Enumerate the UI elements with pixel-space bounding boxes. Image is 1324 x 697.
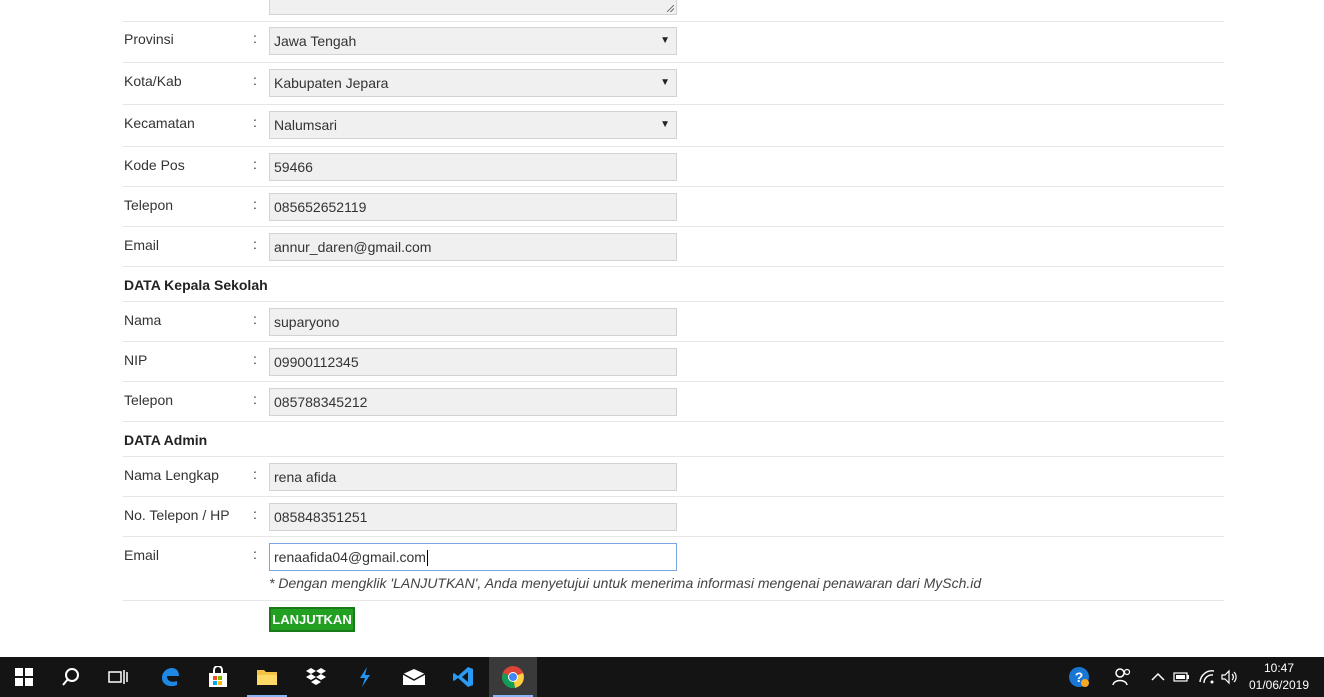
resize-grip-icon[interactable] — [667, 5, 674, 12]
lanjutkan-button[interactable]: LANJUTKAN — [269, 607, 355, 632]
people-icon[interactable] — [1108, 657, 1136, 697]
admin-section-header: DATA Admin — [123, 422, 1224, 457]
provinsi-row: Provinsi : Jawa Tengah ▼ — [123, 21, 1224, 63]
email-label: Email — [124, 237, 160, 253]
battery-icon[interactable] — [1172, 657, 1192, 697]
admin-email-input[interactable]: renaafida04@gmail.com — [269, 543, 677, 571]
provinsi-value: Jawa Tengah — [274, 33, 357, 49]
admin-telepon-row: No. Telepon / HP : 085848351251 — [123, 497, 1224, 537]
kepala-section-title: DATA Kepala Sekolah — [124, 277, 268, 293]
text-cursor — [426, 550, 428, 567]
clock-date: 01/06/2019 — [1248, 678, 1310, 692]
kode-pos-row: Kode Pos : 59466 — [123, 147, 1224, 187]
sublime-icon[interactable] — [341, 657, 389, 697]
dropdown-arrow-icon: ▼ — [660, 119, 670, 130]
admin-email-value: renaafida04@gmail.com — [274, 549, 426, 565]
email-input[interactable]: annur_daren@gmail.com — [269, 233, 677, 261]
kepala-nama-row: Nama : suparyono — [123, 302, 1224, 342]
store-icon[interactable] — [194, 657, 242, 697]
admin-email-label: Email — [124, 547, 160, 563]
task-view-icon[interactable] — [94, 657, 142, 697]
kepala-telepon-row: Telepon : 085788345212 — [123, 382, 1224, 422]
kode-pos-input[interactable]: 59466 — [269, 153, 677, 181]
kecamatan-label: Kecamatan — [124, 115, 195, 131]
kecamatan-row: Kecamatan : Nalumsari ▼ — [123, 105, 1224, 147]
dropdown-arrow-icon: ▼ — [660, 77, 670, 88]
colon: : — [253, 391, 257, 407]
admin-nama-label: Nama Lengkap — [124, 467, 219, 483]
colon: : — [253, 196, 257, 212]
colon: : — [253, 156, 257, 172]
admin-telepon-label: No. Telepon / HP — [124, 507, 230, 523]
volume-icon[interactable] — [1219, 657, 1241, 697]
colon: : — [253, 30, 257, 46]
colon: : — [253, 506, 257, 522]
address-textarea[interactable] — [269, 0, 677, 15]
wifi-icon[interactable] — [1197, 657, 1217, 697]
kepala-nip-label: NIP — [124, 352, 148, 368]
colon: : — [253, 311, 257, 327]
kota-select[interactable]: Kabupaten Jepara ▼ — [269, 69, 677, 97]
kepala-telepon-label: Telepon — [124, 392, 174, 408]
kode-pos-label: Kode Pos — [124, 157, 185, 173]
colon: : — [253, 236, 257, 252]
kepala-telepon-input[interactable]: 085788345212 — [269, 388, 677, 416]
windows-start-icon[interactable] — [0, 657, 48, 697]
kota-value: Kabupaten Jepara — [274, 75, 389, 91]
colon: : — [253, 466, 257, 482]
kepala-nip-row: NIP : 09900112345 — [123, 342, 1224, 382]
clock-time: 10:47 — [1263, 661, 1295, 675]
kota-label: Kota/Kab — [124, 73, 182, 89]
admin-telepon-input[interactable]: 085848351251 — [269, 503, 677, 531]
chevron-up-icon[interactable] — [1148, 657, 1168, 697]
help-icon[interactable]: ? — [1064, 657, 1094, 697]
kota-row: Kota/Kab : Kabupaten Jepara ▼ — [123, 63, 1224, 105]
colon: : — [253, 114, 257, 130]
clock[interactable]: 10:47 01/06/2019 — [1244, 657, 1314, 697]
search-icon[interactable] — [47, 657, 95, 697]
admin-nama-input[interactable]: rena afida — [269, 463, 677, 491]
kecamatan-select[interactable]: Nalumsari ▼ — [269, 111, 677, 139]
kepala-nama-label: Nama — [124, 312, 162, 328]
telepon-row: Telepon : 085652652119 — [123, 187, 1224, 227]
dropbox-icon[interactable] — [292, 657, 340, 697]
provinsi-select[interactable]: Jawa Tengah ▼ — [269, 27, 677, 55]
provinsi-label: Provinsi — [124, 31, 174, 47]
kecamatan-value: Nalumsari — [274, 117, 338, 133]
vscode-icon[interactable] — [439, 657, 487, 697]
dropdown-arrow-icon: ▼ — [660, 35, 670, 46]
admin-section-title: DATA Admin — [124, 432, 208, 448]
kepala-section-header: DATA Kepala Sekolah — [123, 267, 1224, 302]
admin-email-row: Email : renaafida04@gmail.com — [123, 537, 1224, 601]
consent-note: * Dengan mengklik 'LANJUTKAN', Anda meny… — [269, 575, 982, 591]
colon: : — [253, 72, 257, 88]
colon: : — [253, 351, 257, 367]
taskbar: ? 10:47 01/06/2019 — [0, 657, 1324, 697]
address-row — [123, 0, 1224, 22]
kepala-nip-input[interactable]: 09900112345 — [269, 348, 677, 376]
telepon-input[interactable]: 085652652119 — [269, 193, 677, 221]
edge-icon[interactable] — [146, 657, 194, 697]
admin-nama-row: Nama Lengkap : rena afida — [123, 457, 1224, 497]
mail-icon[interactable] — [390, 657, 438, 697]
file-explorer-icon[interactable] — [243, 657, 291, 697]
email-row: Email : annur_daren@gmail.com — [123, 227, 1224, 267]
telepon-label: Telepon — [124, 197, 174, 213]
kepala-nama-input[interactable]: suparyono — [269, 308, 677, 336]
colon: : — [253, 546, 257, 562]
chrome-icon[interactable] — [489, 657, 537, 697]
